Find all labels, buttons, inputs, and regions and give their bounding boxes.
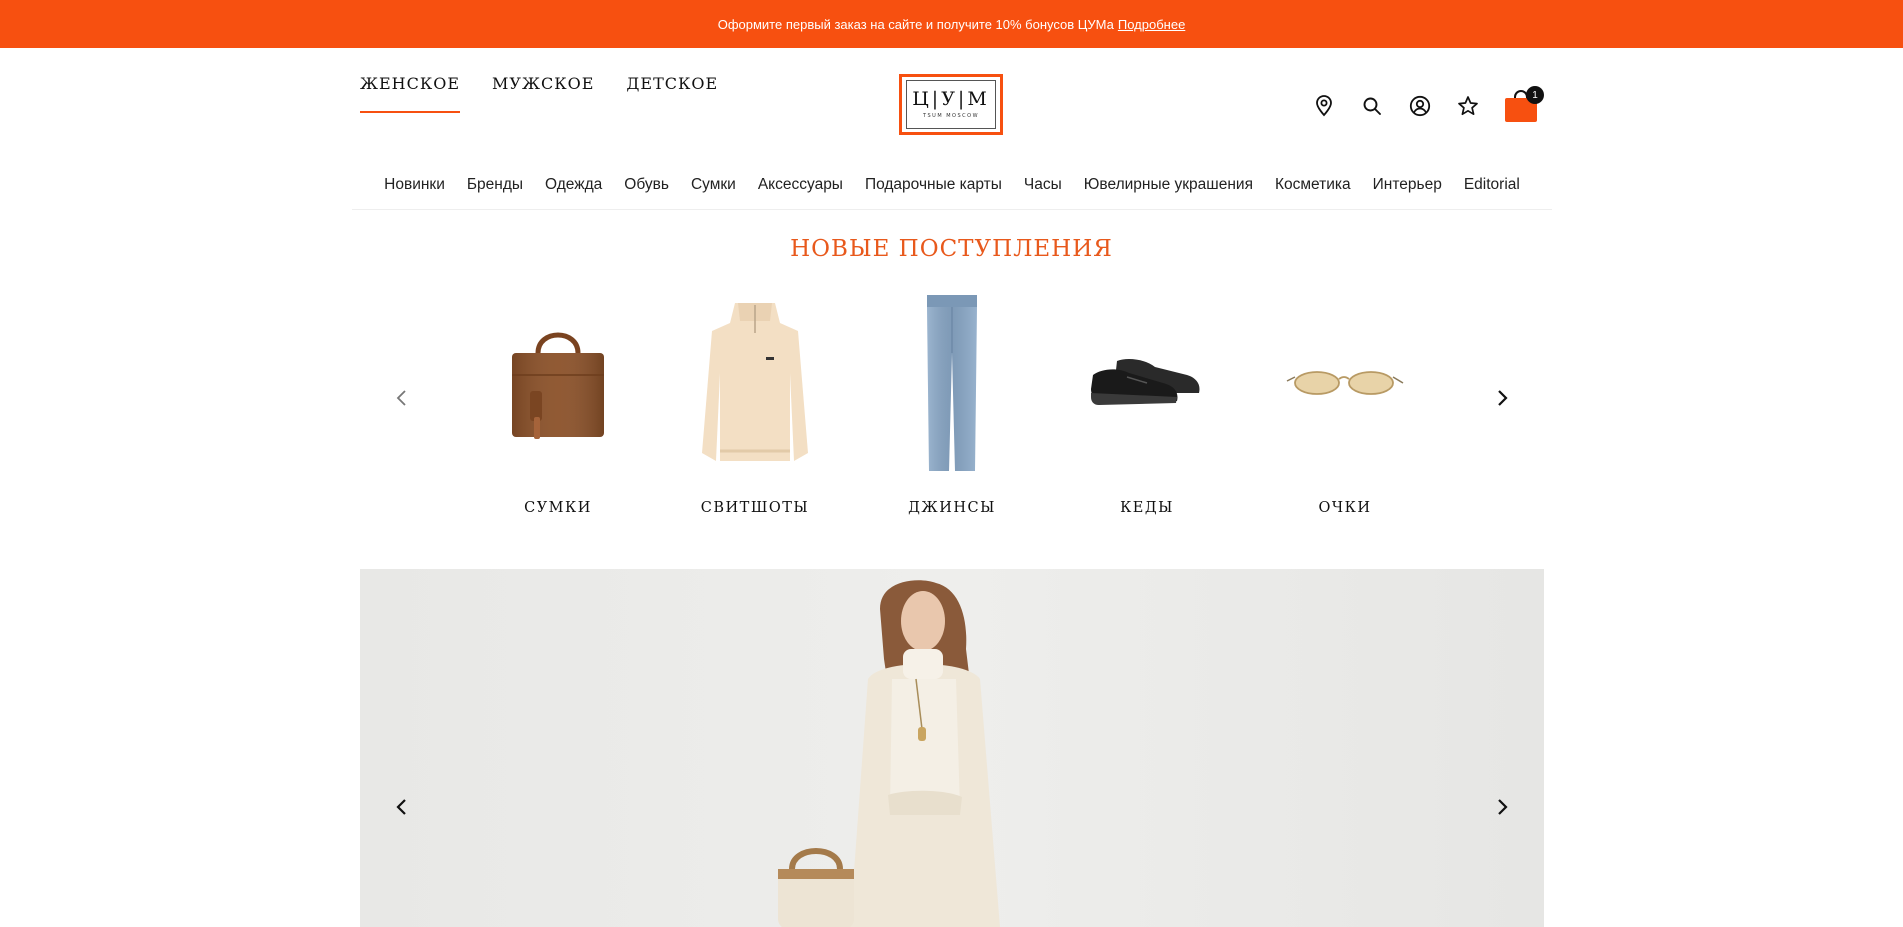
gender-nav: ЖЕНСКОЕ МУЖСКОЕ ДЕТСКОЕ	[360, 74, 718, 113]
location-icon[interactable]	[1312, 94, 1336, 118]
favorites-icon[interactable]	[1456, 94, 1480, 118]
promo-text: Оформите первый заказ на сайте и получит…	[717, 16, 1114, 32]
product-label: СВИТШОТЫ	[700, 500, 810, 516]
promo-banner: Оформите первый заказ на сайте и получит…	[0, 0, 1903, 48]
tab-men[interactable]: МУЖСКОЕ	[492, 74, 594, 113]
product-label: ДЖИНСЫ	[908, 500, 996, 516]
logo-letters: Ц|У|М	[912, 88, 990, 110]
tab-women[interactable]: ЖЕНСКОЕ	[360, 74, 461, 113]
hero-model-image	[778, 580, 1000, 927]
chevron-left-icon	[396, 799, 406, 815]
promo-more-link[interactable]: Подробнее	[1118, 17, 1185, 32]
chevron-right-icon	[1498, 799, 1508, 815]
chevron-right-icon	[1498, 390, 1508, 406]
cart-count-badge: 1	[1526, 86, 1544, 104]
category-editorial[interactable]: Editorial	[1453, 176, 1531, 194]
tab-kids[interactable]: ДЕТСКОЕ	[626, 74, 718, 113]
category-nav: Новинки Бренды Одежда Обувь Сумки Аксесс…	[352, 160, 1552, 210]
hero-banner[interactable]	[360, 569, 1544, 927]
category-accessories[interactable]: Аксессуары	[747, 176, 854, 194]
search-icon[interactable]	[1360, 94, 1384, 118]
product-card-sweatshirts[interactable]: СВИТШОТЫ	[680, 288, 830, 516]
category-interior[interactable]: Интерьер	[1362, 176, 1453, 194]
sunglasses-image	[1270, 288, 1420, 478]
category-shoes[interactable]: Обувь	[613, 176, 680, 194]
jeans-image	[877, 288, 1027, 478]
product-label: СУМКИ	[524, 500, 592, 516]
product-card-jeans[interactable]: ДЖИНСЫ	[877, 288, 1027, 516]
category-gift-cards[interactable]: Подарочные карты	[854, 176, 1013, 194]
hero-next-button[interactable]	[1486, 791, 1518, 823]
category-clothing[interactable]: Одежда	[534, 176, 613, 194]
sneakers-image	[1072, 288, 1222, 478]
site-logo[interactable]: Ц|У|М TSUM MOSCOW	[899, 74, 1003, 135]
product-card-bags[interactable]: СУМКИ	[483, 288, 633, 516]
category-cosmetics[interactable]: Косметика	[1264, 176, 1362, 194]
chevron-left-icon	[396, 390, 406, 406]
product-label: ОЧКИ	[1318, 500, 1372, 516]
category-brands[interactable]: Бренды	[456, 176, 534, 194]
carousel-prev-button[interactable]	[386, 382, 418, 414]
logo-frame: Ц|У|М TSUM MOSCOW	[906, 80, 996, 129]
product-label: КЕДЫ	[1120, 500, 1174, 516]
header-actions: 1	[1312, 86, 1544, 122]
section-title: НОВЫЕ ПОСТУПЛЕНИЯ	[790, 236, 1113, 262]
cart-icon[interactable]: 1	[1504, 86, 1544, 122]
category-bags[interactable]: Сумки	[680, 176, 747, 194]
category-new[interactable]: Новинки	[373, 176, 456, 194]
account-icon[interactable]	[1408, 94, 1432, 118]
hero-prev-button[interactable]	[386, 791, 418, 823]
category-jewelry[interactable]: Ювелирные украшения	[1073, 176, 1264, 194]
bag-image	[483, 288, 633, 478]
product-card-sneakers[interactable]: КЕДЫ	[1072, 288, 1222, 516]
category-watches[interactable]: Часы	[1013, 176, 1073, 194]
logo-subtitle: TSUM MOSCOW	[922, 113, 980, 119]
carousel-next-button[interactable]	[1486, 382, 1518, 414]
product-card-sunglasses[interactable]: ОЧКИ	[1270, 288, 1420, 516]
sweatshirt-image	[680, 288, 830, 478]
